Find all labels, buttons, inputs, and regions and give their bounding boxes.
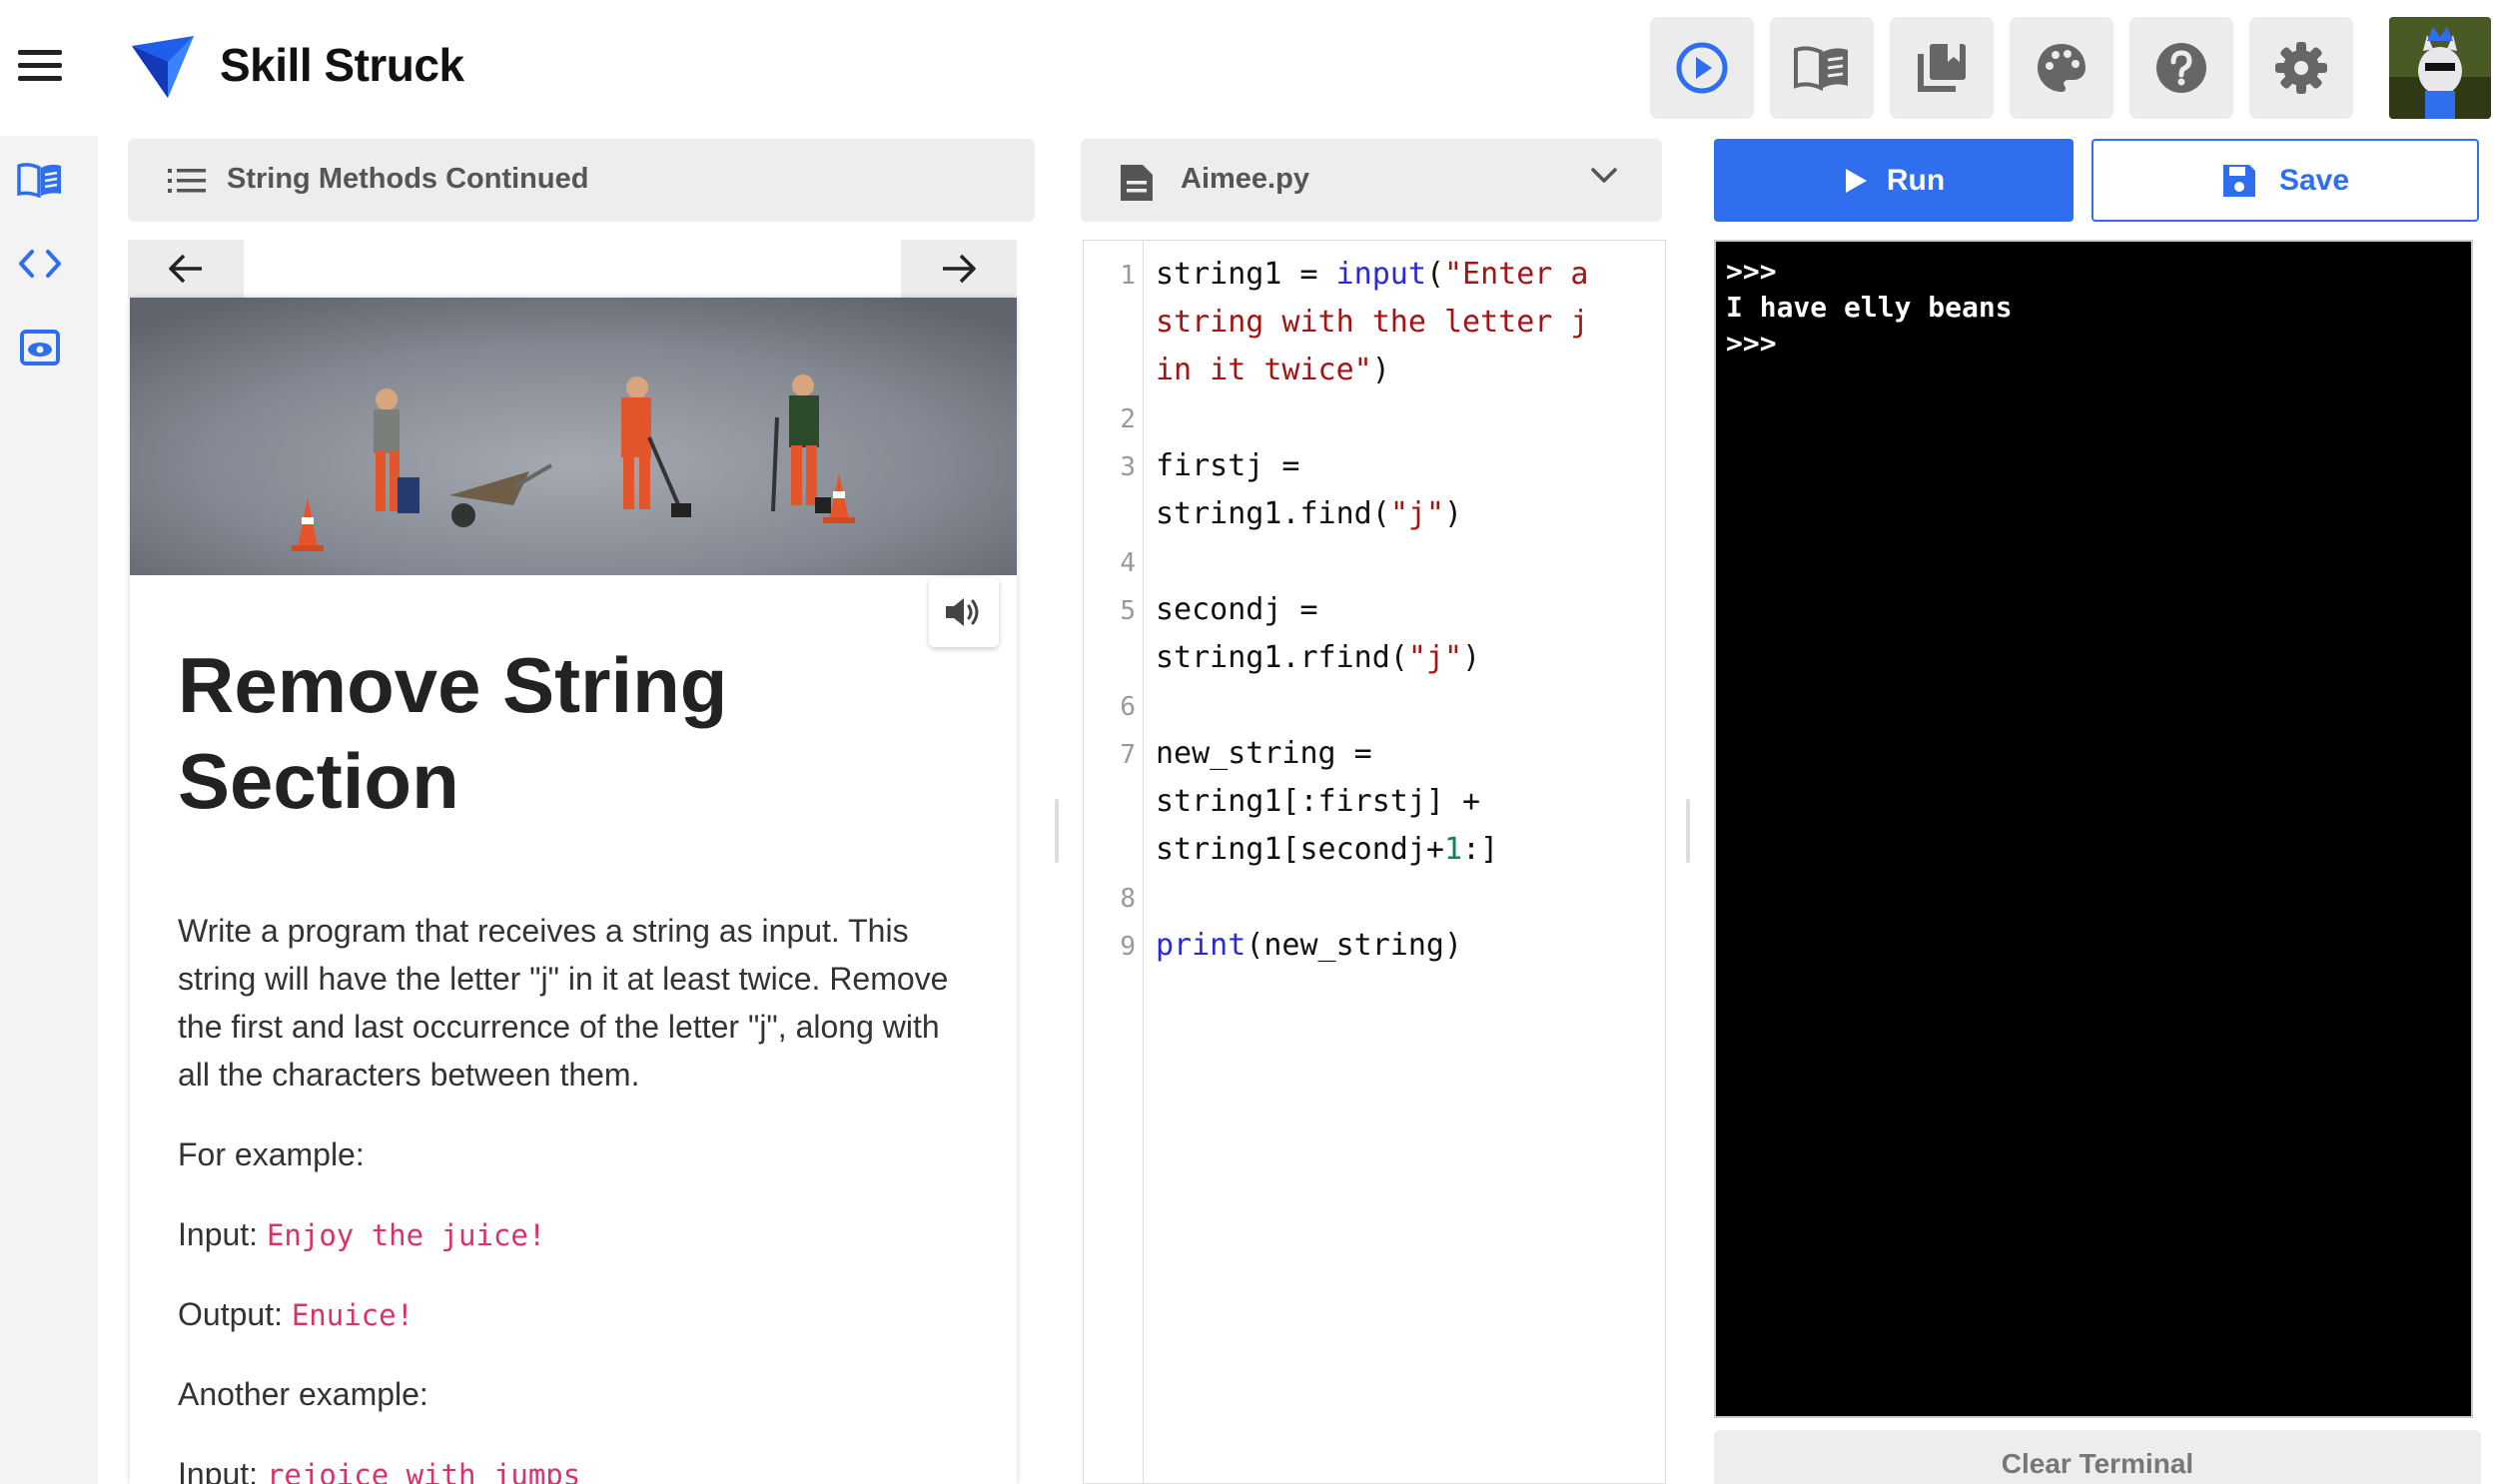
example2-input: Input: rejoice with jumps [178,1450,977,1484]
another-example-label: Another example: [178,1376,428,1412]
run-button[interactable]: Run [1714,139,2074,222]
help-button[interactable] [2129,17,2233,119]
help-icon [2156,43,2206,93]
brand-name: Skill Struck [220,39,464,91]
arrow-left-icon [169,254,202,284]
terminal-line: >>> [1726,255,1777,288]
open-book-button[interactable] [1770,17,1874,119]
example-input-value: Enjoy the juice! [266,1218,546,1252]
line-number: 9 [1120,932,1136,962]
line-number: 6 [1120,692,1136,722]
code-line-1[interactable]: string1 = input("Enter a [1156,257,1589,292]
play-circle-icon [1676,42,1728,94]
line-number-gutter: 1 2 3 4 5 6 7 8 9 [1084,241,1144,1483]
code-line-7-wrap[interactable]: string1[:firstj] + [1156,784,1480,819]
code-line-7[interactable]: new_string = [1156,736,1372,771]
save-button[interactable]: Save [2091,139,2479,222]
play-circle-button[interactable] [1650,17,1754,119]
code-brackets-icon [19,250,61,278]
line-number: 7 [1120,740,1136,770]
hamburger-menu-icon[interactable] [18,50,62,86]
lesson-heading: Remove String Section [178,641,728,825]
code-editor[interactable]: 1 2 3 4 5 6 7 8 9 string1 = input("Enter… [1083,240,1666,1484]
library-button[interactable] [1890,17,1994,119]
rail-code[interactable] [16,244,64,284]
document-icon [1121,165,1153,201]
palette-icon [2038,44,2085,92]
example-output-value: Enuice! [291,1298,415,1332]
code-line-3[interactable]: firstj = [1156,448,1300,483]
next-button[interactable] [901,240,1017,298]
code-line-1-wrap[interactable]: string with the letter j [1156,305,1588,340]
code-line-5-wrap[interactable]: string1.rfind("j") [1156,640,1480,675]
save-label: Save [2278,163,2350,197]
example-output-label: Output: [178,1296,283,1332]
lesson-card: Remove String Section Write a program th… [130,298,1017,1484]
rail-lesson[interactable] [16,160,64,200]
code-line-7-wrap2[interactable]: string1[secondj+1:] [1156,832,1498,867]
top-header: Skill Struck [0,0,2495,136]
run-label: Run [1886,163,1946,197]
lesson-instructions: Write a program that receives a string a… [178,913,949,1093]
library-icon [1918,44,1966,92]
example-input: Input: Enjoy the juice! [178,1210,977,1259]
code-line-5[interactable]: secondj = [1156,592,1318,627]
terminal-line: I have elly beans [1726,291,2013,324]
play-icon [1845,168,1867,193]
speaker-volume-icon [946,598,979,626]
floppy-disk-icon [2222,164,2255,197]
line-number: 3 [1120,452,1136,482]
panel-resize-handle[interactable] [1055,799,1059,863]
previous-button[interactable] [128,240,244,298]
audio-button[interactable] [929,577,999,647]
lesson-title: String Methods Continued [227,163,589,195]
lesson-hero-image [130,298,1017,575]
line-number: 8 [1120,884,1136,914]
arrow-right-icon [943,254,976,284]
list-icon [168,169,206,193]
chevron-down-icon [1591,168,1617,183]
example-input-label: Input: [178,1216,259,1252]
left-rail [0,136,98,1484]
settings-icon [2275,42,2327,94]
line-number: 4 [1120,548,1136,578]
example-output: Output: Enuice! [178,1290,977,1339]
example2-input-label: Input: [178,1456,259,1484]
file-selector[interactable]: Aimee.py [1081,139,1662,222]
skill-struck-logo [132,36,194,98]
clear-terminal-button[interactable]: Clear Terminal [1714,1430,2481,1484]
palette-button[interactable] [2010,17,2113,119]
lesson-title-bar[interactable]: String Methods Continued [128,139,1035,222]
code-line-9[interactable]: print(new_string) [1156,928,1462,963]
line-number: 5 [1120,596,1136,626]
line-number: 2 [1120,404,1136,434]
rail-preview[interactable] [16,328,64,368]
preview-eye-icon [20,330,60,366]
open-book-icon [1794,46,1848,92]
settings-button[interactable] [2249,17,2353,119]
lesson-book-icon [17,163,61,198]
panel-resize-handle[interactable] [1686,799,1690,863]
example2-input-value: rejoice with jumps [266,1458,581,1484]
code-line-3-wrap[interactable]: string1.find("j") [1156,496,1462,531]
terminal-output[interactable]: >>> I have elly beans >>> [1714,240,2473,1418]
for-example-label: For example: [178,1136,365,1172]
user-avatar[interactable] [2389,17,2491,119]
code-line-1-wrap2[interactable]: in it twice") [1156,353,1390,387]
line-number: 1 [1120,261,1136,291]
file-name: Aimee.py [1181,163,1309,195]
terminal-line: >>> [1726,327,1777,360]
